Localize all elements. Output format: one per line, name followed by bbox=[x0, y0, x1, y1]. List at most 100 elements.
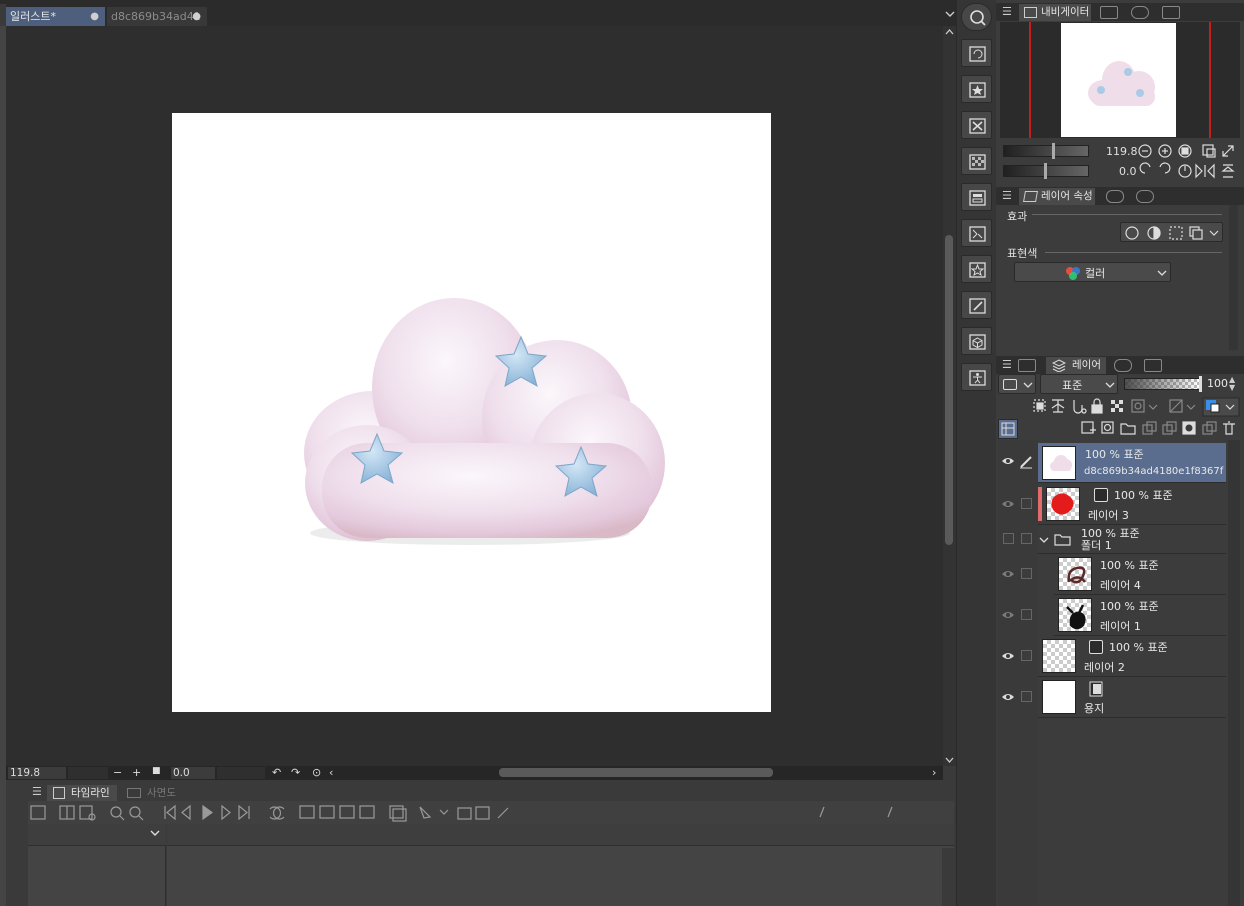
panel-button[interactable] bbox=[961, 183, 992, 211]
opacity-value[interactable]: 100 bbox=[1207, 377, 1228, 390]
favorite-button[interactable] bbox=[961, 255, 992, 283]
paper-layer-row[interactable]: 용지 bbox=[1038, 677, 1226, 718]
layers-menu-icon[interactable]: ☰ bbox=[1002, 358, 1012, 371]
rotate-right-icon[interactable]: ↷ bbox=[291, 766, 300, 779]
layer-transfer-button[interactable] bbox=[961, 39, 992, 67]
tab-close-dot-icon[interactable]: ● bbox=[192, 7, 201, 26]
folder-lock-checkbox[interactable] bbox=[1021, 533, 1032, 544]
document-tab-label: d8c869b34ad41 bbox=[111, 10, 201, 23]
layer-row[interactable]: 100 % 표준 레이어 2 bbox=[1038, 636, 1226, 677]
3d-button[interactable] bbox=[961, 327, 992, 355]
layer-lock-checkbox[interactable] bbox=[1021, 498, 1032, 509]
expression-color-select[interactable]: 컬러 bbox=[1014, 262, 1171, 282]
layer-lock-checkbox[interactable] bbox=[1021, 691, 1032, 702]
reset-rotation-icon[interactable]: ⊙ bbox=[312, 766, 321, 779]
navigator-zoom-knob[interactable] bbox=[1052, 143, 1055, 159]
layer-row-selected[interactable]: 100 % 표준 d8c869b34ad4180e1f8367f870b8014 bbox=[1038, 443, 1226, 483]
document-tab-image[interactable]: d8c869b34ad41 ● bbox=[107, 7, 207, 26]
layer-row[interactable]: 100 % 표준 레이어 4 bbox=[1054, 554, 1226, 595]
layer-lock-checkbox[interactable] bbox=[1021, 609, 1032, 620]
timeline-track-list[interactable] bbox=[28, 824, 166, 906]
rotation-slider[interactable] bbox=[217, 767, 265, 779]
transform-button[interactable] bbox=[961, 219, 992, 247]
navigator-menu-icon[interactable]: ☰ bbox=[1002, 5, 1012, 18]
timeline-menu-icon[interactable]: ☰ bbox=[32, 785, 42, 798]
sub-view-tab-icon[interactable] bbox=[1100, 6, 1118, 19]
tab-navigator[interactable]: 내비게이터 bbox=[1019, 4, 1091, 21]
layer-list-scrollbar[interactable] bbox=[1228, 440, 1240, 906]
navigator-tab-label: 내비게이터 bbox=[1041, 6, 1090, 18]
blend-mode-select[interactable]: 표준 bbox=[1040, 374, 1118, 394]
animation-cels-tab-icon[interactable] bbox=[1144, 359, 1162, 372]
layer-properties-scrollbar[interactable] bbox=[1229, 205, 1238, 350]
item-bank-tab-icon[interactable] bbox=[1131, 6, 1149, 19]
vertical-scrollbar-thumb[interactable] bbox=[945, 235, 953, 545]
timeline-select-chevron-down-icon[interactable] bbox=[150, 829, 160, 837]
effect-buttons[interactable] bbox=[1120, 222, 1223, 242]
layer-mode: 100 % 표준 bbox=[1109, 641, 1168, 654]
search-zoom-button[interactable] bbox=[961, 3, 992, 31]
layer-row[interactable]: 100 % 표준 레이어 3 bbox=[1038, 484, 1226, 525]
zoom-out-icon[interactable]: − bbox=[113, 766, 122, 779]
layer-lock-checkbox[interactable] bbox=[1021, 650, 1032, 661]
layer-panel-toggle-button[interactable] bbox=[998, 419, 1018, 439]
navigator-rotation-knob[interactable] bbox=[1044, 163, 1047, 179]
edit-button[interactable] bbox=[961, 291, 992, 319]
layer-lock-checkbox[interactable] bbox=[1021, 568, 1032, 579]
zoom-slider[interactable] bbox=[68, 767, 108, 779]
star-material-button[interactable] bbox=[961, 75, 992, 103]
layer-row[interactable]: 100 % 표준 레이어 1 bbox=[1054, 595, 1226, 636]
navigator-zoom-slider[interactable] bbox=[1003, 145, 1089, 157]
document-tab-illustration[interactable]: 일러스트* ● bbox=[6, 7, 105, 26]
tab-four-view[interactable]: 사면도 bbox=[123, 785, 183, 801]
visibility-eye-icon[interactable] bbox=[1001, 692, 1015, 702]
folder-expand-chevron-icon[interactable] bbox=[1039, 536, 1049, 544]
horizontal-scrollbar-thumb[interactable] bbox=[499, 768, 773, 777]
search-tab-icon[interactable] bbox=[1136, 190, 1154, 203]
navigator-tab-icon bbox=[1024, 7, 1037, 18]
tab-layer-properties[interactable]: 레이어 속성 bbox=[1019, 188, 1095, 205]
zoom-field[interactable]: 119.8 bbox=[8, 767, 66, 779]
visibility-eye-icon[interactable] bbox=[1001, 499, 1015, 509]
panel-icon bbox=[969, 190, 986, 206]
material-tab-icon[interactable] bbox=[1018, 359, 1036, 372]
opacity-slider-knob[interactable] bbox=[1199, 376, 1202, 392]
history-tab-icon[interactable] bbox=[1106, 190, 1124, 203]
navigator-view-right-line bbox=[1209, 22, 1211, 138]
folder-icon bbox=[1054, 534, 1071, 546]
tab-close-dot-icon[interactable]: ● bbox=[90, 7, 99, 26]
visibility-eye-icon[interactable] bbox=[1001, 456, 1015, 466]
folder-name: 폴더 1 bbox=[1081, 539, 1112, 552]
cube-3d-icon bbox=[969, 334, 986, 350]
timeline-frames[interactable] bbox=[167, 824, 954, 906]
visibility-eye-icon[interactable] bbox=[1001, 651, 1015, 661]
layer-properties-menu-icon[interactable]: ☰ bbox=[1002, 189, 1012, 202]
pattern-button[interactable] bbox=[961, 147, 992, 175]
fit-square-icon[interactable]: ■ bbox=[152, 766, 161, 776]
pose-button[interactable] bbox=[961, 363, 992, 391]
layer-color-select[interactable] bbox=[998, 374, 1036, 394]
folder-row[interactable]: 100 % 표준 폴더 1 bbox=[1038, 525, 1226, 554]
canvas-paper[interactable] bbox=[172, 113, 771, 712]
layer-name: 레이어 1 bbox=[1100, 620, 1141, 633]
folder-visibility-checkbox[interactable] bbox=[1003, 533, 1014, 544]
rotate-left-icon[interactable]: ↶ bbox=[272, 766, 281, 779]
scroll-left-icon[interactable]: ‹ bbox=[329, 766, 333, 779]
tab-layers[interactable]: 레이어 bbox=[1046, 357, 1106, 374]
visibility-eye-icon[interactable] bbox=[1001, 569, 1015, 579]
opacity-stepper-icon[interactable]: ▲ ▼ bbox=[1229, 376, 1235, 392]
delete-button[interactable] bbox=[961, 111, 992, 139]
rotation-field[interactable]: 0.0 bbox=[171, 767, 215, 779]
tab-timeline[interactable]: 타임라인 bbox=[47, 785, 117, 801]
scroll-right-icon[interactable]: › bbox=[932, 766, 936, 779]
undo-history-tab-icon[interactable] bbox=[1114, 359, 1132, 372]
visibility-eye-icon[interactable] bbox=[1001, 610, 1015, 620]
navigator-view-left-line bbox=[1029, 22, 1031, 138]
timeline-scrollbar[interactable] bbox=[942, 848, 954, 906]
info-tab-icon[interactable] bbox=[1162, 6, 1180, 19]
timeline-selector[interactable] bbox=[28, 824, 166, 846]
timeline-toolbar bbox=[28, 801, 954, 824]
opacity-slider[interactable] bbox=[1124, 378, 1200, 390]
tab-list-chevron-down-icon[interactable] bbox=[945, 10, 955, 18]
zoom-in-icon[interactable]: + bbox=[132, 766, 141, 779]
